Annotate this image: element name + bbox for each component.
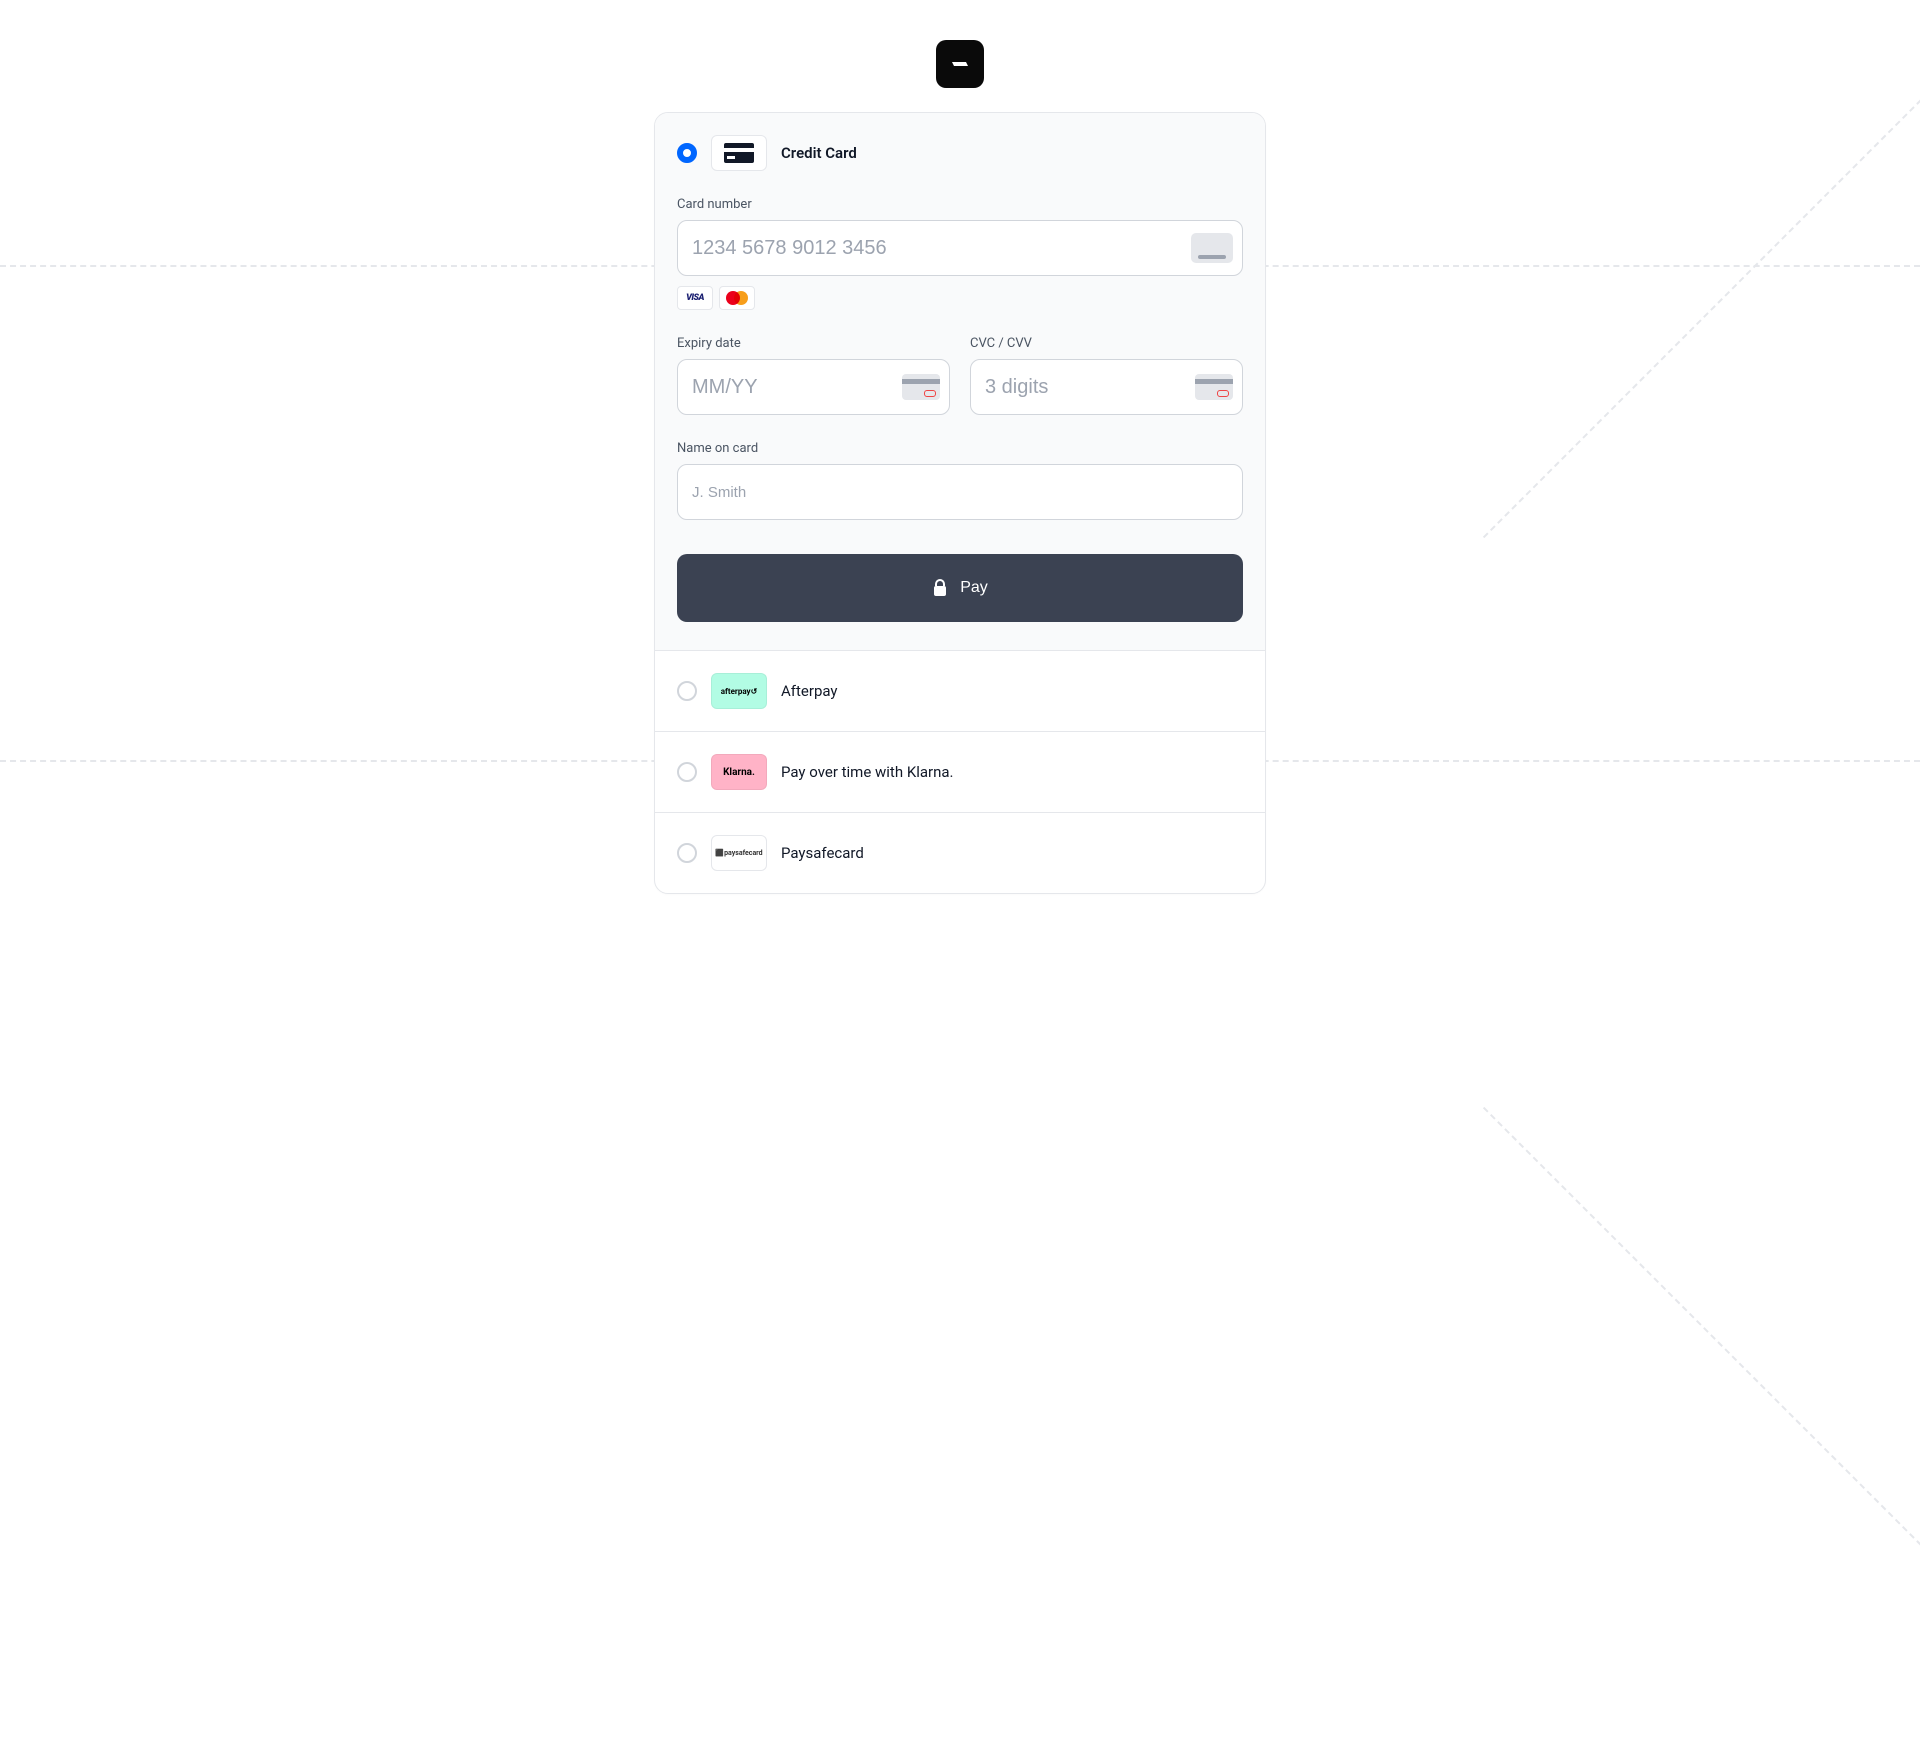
card-number-input[interactable] — [677, 220, 1243, 276]
lock-icon — [932, 579, 948, 597]
visa-badge: VISA — [677, 286, 713, 310]
radio-credit-card[interactable] — [677, 143, 697, 163]
card-brands: VISA — [677, 286, 1243, 310]
cvc-hint-icon — [1195, 374, 1233, 400]
radio-paysafe[interactable] — [677, 843, 697, 863]
credit-card-label: Credit Card — [781, 144, 857, 162]
cvc-label: CVC / CVV — [970, 336, 1243, 351]
paysafe-label: Paysafecard — [781, 844, 864, 862]
expiry-label: Expiry date — [677, 336, 950, 351]
expiry-hint-icon — [902, 374, 940, 400]
paysafe-chip: ⬛paysafecard — [711, 835, 767, 871]
credit-card-icon-box — [711, 135, 767, 171]
radio-afterpay[interactable] — [677, 681, 697, 701]
pay-button-label: Pay — [960, 579, 988, 597]
credit-card-option[interactable]: Credit Card — [677, 135, 1243, 171]
name-input[interactable] — [677, 464, 1243, 520]
brand-logo — [936, 40, 984, 88]
afterpay-label: Afterpay — [781, 682, 838, 700]
logo-parallelogram-icon — [948, 52, 972, 76]
klarna-option[interactable]: Klarna. Pay over time with Klarna. — [655, 732, 1265, 813]
name-label: Name on card — [677, 441, 1243, 456]
payment-card: Credit Card Card number VISA — [654, 112, 1266, 894]
card-number-field: Card number VISA — [677, 197, 1243, 310]
pay-button[interactable]: Pay — [677, 554, 1243, 622]
expiry-field: Expiry date — [677, 336, 950, 415]
credit-card-icon — [724, 143, 754, 163]
credit-card-panel: Credit Card Card number VISA — [655, 113, 1265, 651]
klarna-label: Pay over time with Klarna. — [781, 763, 954, 781]
afterpay-option[interactable]: afterpay↺ Afterpay — [655, 651, 1265, 732]
cvc-field: CVC / CVV — [970, 336, 1243, 415]
afterpay-chip: afterpay↺ — [711, 673, 767, 709]
name-field: Name on card — [677, 441, 1243, 520]
klarna-chip: Klarna. — [711, 754, 767, 790]
card-icon — [1191, 233, 1233, 263]
mastercard-badge — [719, 286, 755, 310]
card-number-label: Card number — [677, 197, 1243, 212]
paysafe-option[interactable]: ⬛paysafecard Paysafecard — [655, 813, 1265, 893]
radio-klarna[interactable] — [677, 762, 697, 782]
